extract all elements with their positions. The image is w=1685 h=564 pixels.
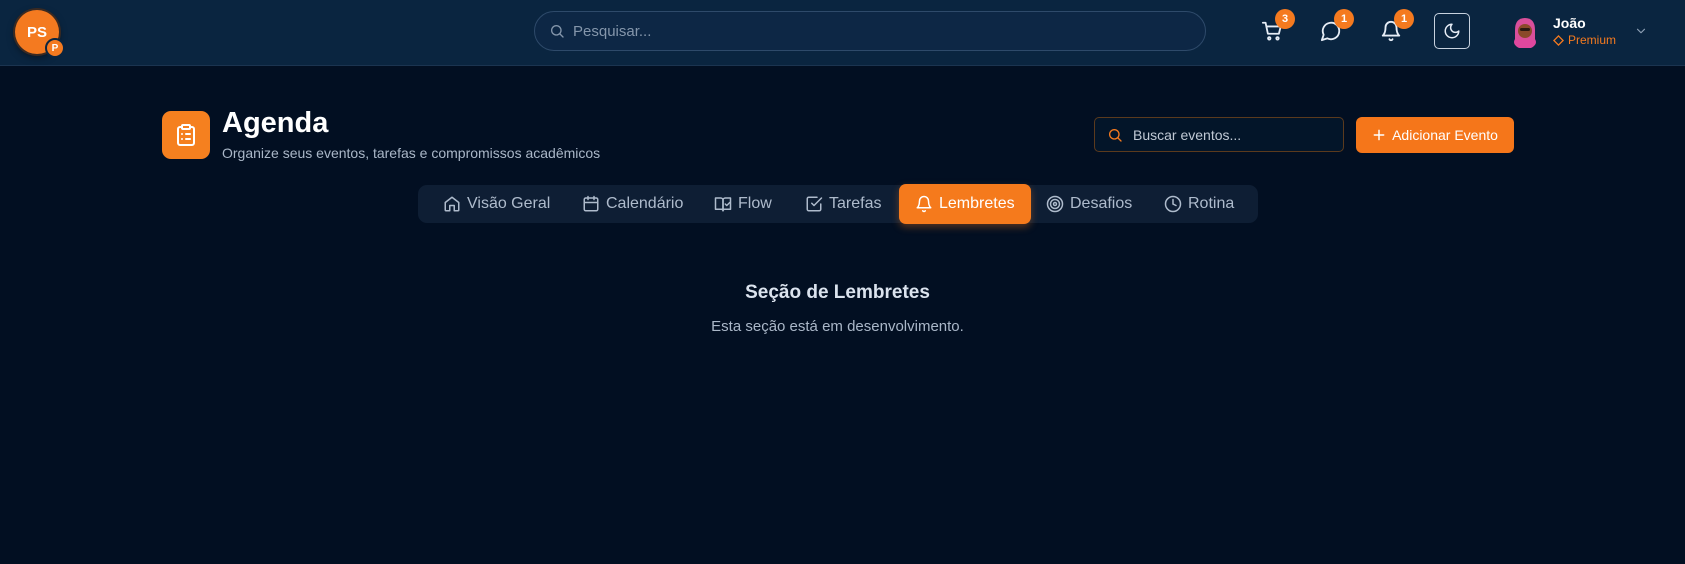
- app-logo[interactable]: PS P: [15, 10, 65, 58]
- tab-label: Tarefas: [829, 195, 882, 212]
- tab-label: Calendário: [606, 195, 684, 212]
- agenda-icon-tile: [162, 111, 210, 159]
- tab-label: Flow: [738, 195, 772, 212]
- home-icon: [444, 196, 460, 212]
- add-event-button[interactable]: Adicionar Evento: [1356, 117, 1514, 153]
- target-icon: [1046, 195, 1064, 213]
- user-name: João: [1553, 15, 1586, 31]
- plus-icon: [1373, 129, 1385, 141]
- user-plan-label: Premium: [1568, 33, 1617, 47]
- tab-calendario[interactable]: Calendário: [582, 185, 683, 223]
- checkbox-icon: [806, 196, 823, 212]
- messages-count-badge: 1: [1334, 9, 1354, 29]
- bell-icon: [916, 195, 932, 213]
- search-icon: [1109, 128, 1122, 142]
- clipboard-list-icon: [177, 124, 195, 146]
- agenda-tabs: Visão Geral Calendário Flow Tarefas Lemb…: [418, 184, 1258, 224]
- global-search[interactable]: [534, 11, 1206, 51]
- search-icon: [551, 25, 564, 38]
- tab-lembretes[interactable]: Lembretes: [899, 184, 1031, 224]
- calendar-icon: [583, 195, 599, 212]
- diamond-icon: [1553, 34, 1564, 46]
- tab-flow[interactable]: Flow: [714, 185, 772, 223]
- chevron-down-icon[interactable]: [1634, 24, 1648, 38]
- tab-label: Rotina: [1188, 195, 1235, 212]
- tab-label: Visão Geral: [467, 195, 551, 212]
- add-event-label: Adicionar Evento: [1392, 127, 1498, 143]
- tab-label: Desafios: [1070, 195, 1133, 212]
- notifications-count-badge: 1: [1394, 9, 1414, 29]
- global-search-input[interactable]: [573, 22, 1173, 40]
- tab-visao-geral[interactable]: Visão Geral: [443, 185, 550, 223]
- section-title: Seção de Lembretes: [745, 282, 930, 303]
- tab-rotina[interactable]: Rotina: [1164, 185, 1234, 223]
- cart-count-badge: 3: [1275, 9, 1295, 29]
- section-description: Esta seção está em desenvolvimento.: [711, 318, 964, 335]
- logo-badge: P: [45, 38, 65, 58]
- event-search[interactable]: [1094, 117, 1344, 152]
- clock-icon: [1164, 195, 1182, 213]
- moon-icon: [1444, 23, 1460, 39]
- notifications-button[interactable]: 1: [1376, 9, 1414, 46]
- page-title: Agenda: [222, 107, 329, 139]
- top-bar: PS P 3 1 1 João Premium: [0, 0, 1685, 66]
- logo-text: PS: [26, 23, 47, 41]
- messages-button[interactable]: 1: [1316, 9, 1354, 46]
- theme-toggle-button[interactable]: [1434, 13, 1470, 49]
- tab-desafios[interactable]: Desafios: [1046, 185, 1132, 223]
- tab-label: Lembretes: [939, 195, 1015, 212]
- avatar[interactable]: [1508, 14, 1542, 48]
- tab-tarefas[interactable]: Tarefas: [805, 185, 881, 223]
- book-check-icon: [714, 197, 732, 212]
- cart-button[interactable]: 3: [1257, 9, 1295, 46]
- event-search-input[interactable]: [1133, 126, 1333, 143]
- page-subtitle: Organize seus eventos, tarefas e comprom…: [222, 145, 601, 161]
- user-plan: Premium: [1553, 33, 1616, 47]
